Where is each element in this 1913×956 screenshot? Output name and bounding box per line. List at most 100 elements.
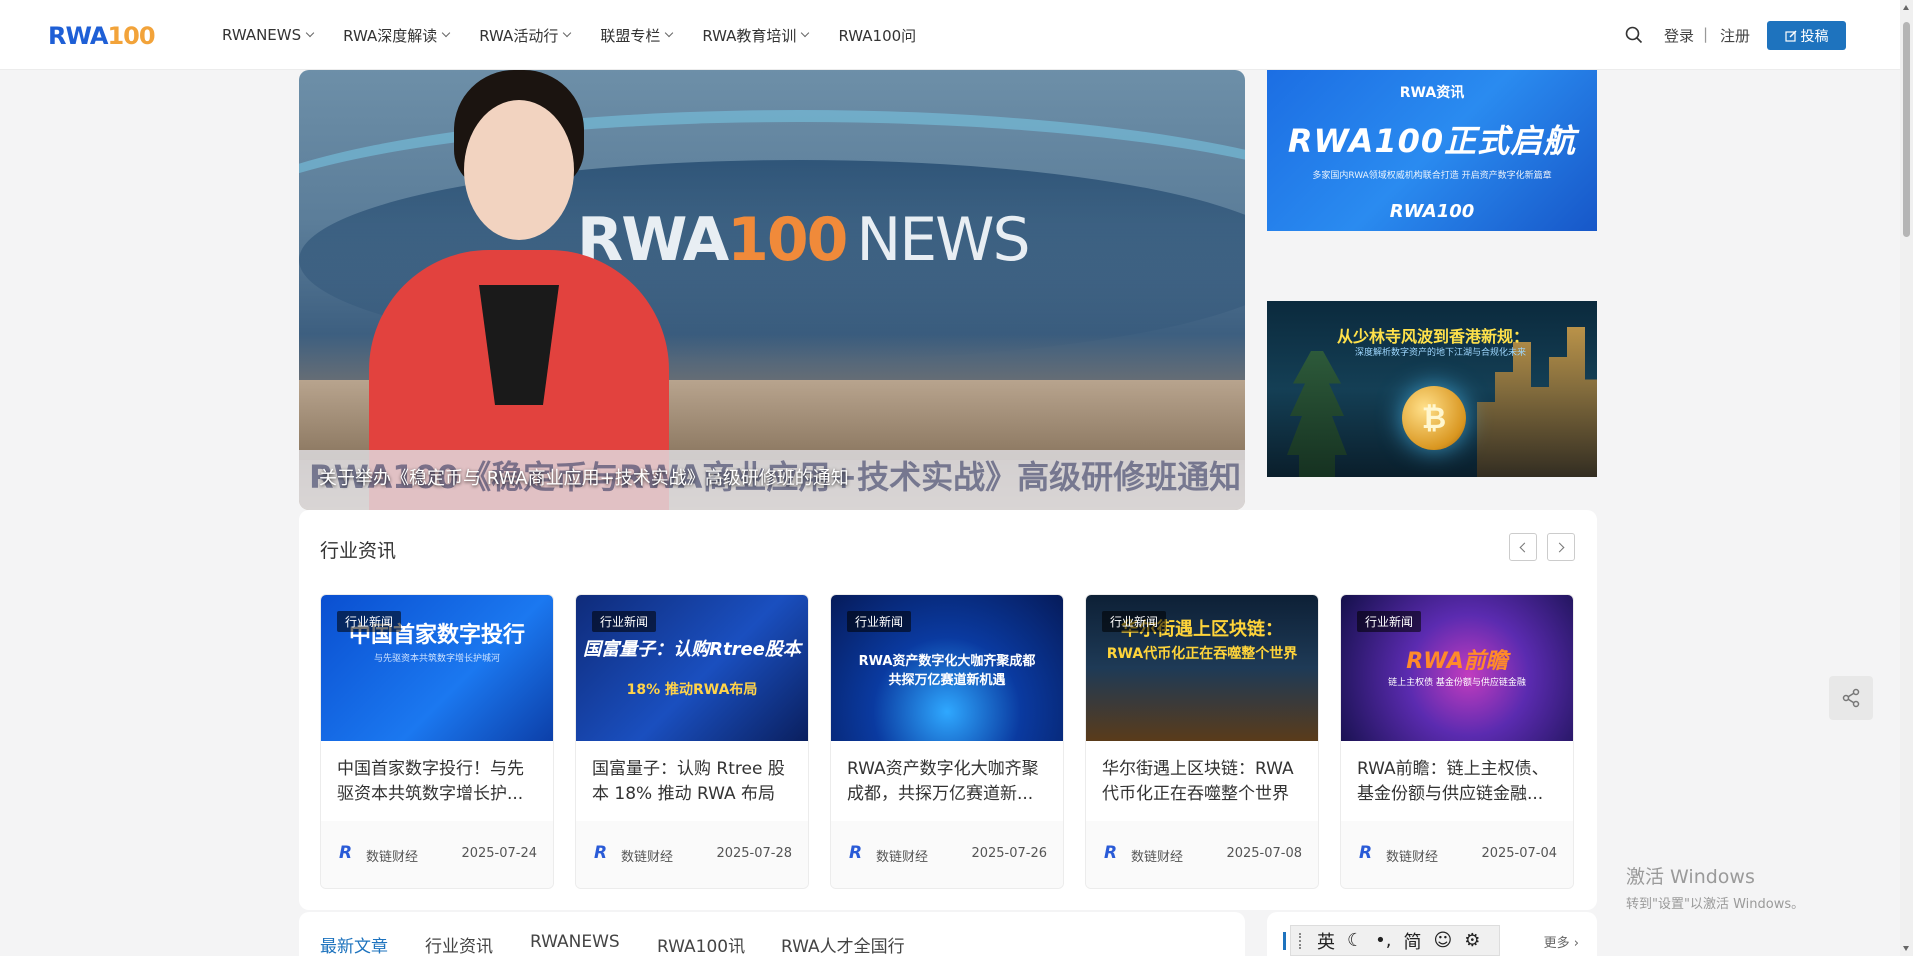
card-meta: R 数链财经 2025-07-08	[1086, 821, 1318, 888]
moon-icon[interactable]: ☾	[1347, 930, 1363, 951]
banner-headline: 从少林寺风波到香港新规：	[1337, 327, 1530, 346]
banner-kicker: RWA资讯	[1399, 85, 1465, 101]
banner-subline: 深度解析数字资产的地下江湖与合规化未来	[1355, 348, 1527, 358]
scroll-down-arrow-icon[interactable]	[1903, 946, 1909, 951]
ime-language-toggle[interactable]: 英	[1317, 928, 1335, 954]
chevron-down-icon	[665, 28, 674, 38]
scrollbar-thumb[interactable]	[1903, 22, 1910, 237]
share-button[interactable]	[1829, 676, 1873, 720]
author-logo-icon: R	[849, 843, 863, 863]
page-scrollbar[interactable]	[1900, 0, 1913, 956]
activation-hint: 转到"设置"以激活 Windows。	[1626, 897, 1805, 912]
login-link[interactable]: 登录	[1664, 25, 1694, 46]
thumb-headline: RWA资产数字化大咖齐聚成都	[858, 654, 1036, 669]
card-title[interactable]: 国富量子：认购 Rtree 股本 18% 推动 RWA 布局	[592, 757, 792, 807]
news-card[interactable]: RWA资产数字化大咖齐聚成都 共探万亿赛道新机遇 行业新闻 RWA资产数字化大咖…	[830, 594, 1064, 889]
nav-item-alliance[interactable]: 联盟专栏	[600, 25, 674, 46]
card-title[interactable]: RWA资产数字化大咖齐聚成都，共探万亿赛道新...	[847, 757, 1047, 807]
nav-item-faq[interactable]: RWA100问	[838, 25, 916, 46]
card-thumbnail[interactable]: RWA前瞻 链上主权债 基金份额与供应链金融 行业新闻	[1341, 595, 1573, 741]
nav-item-events[interactable]: RWA活动行	[479, 25, 572, 46]
banner-subline: 多家国内RWA领域权威机构联合打造 开启资产数字化新篇章	[1312, 171, 1552, 181]
card-title[interactable]: 中国首家数字投行！与先驱资本共筑数字增长护...	[337, 757, 537, 807]
emoji-icon[interactable]: ☺	[1433, 930, 1452, 951]
article-tabs: 最新文章 行业资讯 RWANEWS RWA100讯 RWA人才全国行	[299, 912, 1245, 956]
nav-item-education[interactable]: RWA教育培训	[702, 25, 810, 46]
scroll-up-arrow-icon[interactable]	[1903, 5, 1909, 10]
nav-label: RWANEWS	[222, 26, 302, 44]
tab-talent[interactable]: RWA人才全国行	[781, 932, 905, 956]
category-tag[interactable]: 行业新闻	[1357, 611, 1422, 632]
side-banner-shaolin[interactable]: ₿ 从少林寺风波到香港新规： 深度解析数字资产的地下江湖与合规化未来	[1267, 301, 1597, 477]
thumb-subline: 18% 推动RWA布局	[626, 682, 758, 698]
card-date: 2025-07-08	[1226, 846, 1302, 861]
site-logo[interactable]: RWA100	[48, 22, 156, 50]
card-title[interactable]: RWA前瞻：链上主权债、基金份额与供应链金融...	[1357, 757, 1557, 807]
side-banner-launch[interactable]: RWA资讯 RWA100正式启航 多家国内RWA领域权威机构联合打造 开启资产数…	[1267, 70, 1597, 231]
thumb-subline: 与先驱资本共筑数字增长护城河	[373, 654, 500, 664]
hero-slider[interactable]: RWA100 NEWS RWA100《稳定币与RWA商业应用+技术实战》高级研修班…	[299, 70, 1245, 510]
card-thumbnail[interactable]: 华尔街遇上区块链： RWA代币化正在吞噬整个世界 行业新闻	[1086, 595, 1318, 741]
contribute-button[interactable]: 投稿	[1767, 21, 1846, 50]
chevron-right-icon	[1554, 542, 1565, 552]
nav-label: RWA教育培训	[702, 26, 797, 45]
thumb-subline: 共探万亿赛道新机遇	[888, 673, 1006, 688]
thumb-subline: 链上主权债 基金份额与供应链金融	[1388, 678, 1526, 688]
more-link[interactable]: 更多 ›	[1544, 932, 1579, 951]
card-thumbnail[interactable]: 中国首家数字投行 与先驱资本共筑数字增长护城河 行业新闻	[321, 595, 553, 741]
tab-latest[interactable]: 最新文章	[320, 932, 388, 956]
tab-rwanews[interactable]: RWANEWS	[530, 932, 620, 952]
nav-item-rwanews[interactable]: RWANEWS	[222, 26, 315, 44]
carousel-next-button[interactable]	[1547, 533, 1575, 561]
tab-industry[interactable]: 行业资讯	[425, 932, 493, 956]
nav-item-deep-reading[interactable]: RWA深度解读	[343, 25, 451, 46]
thumb-headline: 国富量子：认购Rtree股本	[583, 639, 801, 660]
industry-news-section: 行业资讯 中国首家数字投行 与先驱资本共筑数字增长护城河 行业新闻 中国首家数字…	[299, 510, 1597, 910]
news-card[interactable]: 国富量子：认购Rtree股本 18% 推动RWA布局 行业新闻 国富量子：认购 …	[575, 594, 809, 889]
card-date: 2025-07-28	[716, 846, 792, 861]
card-author[interactable]: 数链财经	[621, 846, 673, 865]
hero-caption[interactable]: 关于举办《稳定币与 RWA商业应用+技术实战》高级研修班的通知	[319, 464, 849, 490]
category-tag[interactable]: 行业新闻	[1102, 611, 1167, 632]
carousel-prev-button[interactable]	[1509, 533, 1537, 561]
card-author[interactable]: 数链财经	[366, 846, 418, 865]
news-logo-news: NEWS	[856, 205, 1030, 275]
edit-icon	[1784, 30, 1796, 42]
card-date: 2025-07-26	[971, 846, 1047, 861]
site-header: RWA100 RWANEWS RWA深度解读 RWA活动行 联盟专栏 RWA教育…	[0, 0, 1900, 70]
register-link[interactable]: 注册	[1720, 25, 1750, 46]
author-logo-icon: R	[339, 843, 353, 863]
banner-gap	[1267, 231, 1597, 301]
bitcoin-coin-icon: ₿	[1402, 386, 1466, 450]
ime-drag-handle[interactable]	[1299, 932, 1305, 949]
nav-label: 联盟专栏	[600, 26, 661, 45]
category-tag[interactable]: 行业新闻	[592, 611, 657, 632]
chevron-down-icon	[563, 28, 572, 38]
card-author[interactable]: 数链财经	[876, 846, 928, 865]
category-tag[interactable]: 行业新闻	[847, 611, 912, 632]
card-author[interactable]: 数链财经	[1386, 846, 1438, 865]
logo-text-100: 100	[107, 22, 155, 50]
gear-icon[interactable]: ⚙	[1464, 930, 1480, 951]
search-icon[interactable]	[1625, 26, 1643, 44]
tab-rwa100[interactable]: RWA100讯	[657, 932, 745, 956]
nav-label: RWA100问	[838, 26, 917, 45]
punctuation-icon[interactable]: •,	[1375, 930, 1391, 951]
card-title[interactable]: 华尔街遇上区块链：RWA代币化正在吞噬整个世界	[1102, 757, 1302, 807]
card-author[interactable]: 数链财经	[1131, 846, 1183, 865]
hero-news-logo: RWA100 NEWS	[577, 205, 1031, 275]
section-title: 行业资讯	[320, 540, 397, 562]
category-tag[interactable]: 行业新闻	[337, 611, 402, 632]
news-logo-100: 100	[727, 205, 848, 275]
share-icon	[1842, 688, 1860, 708]
news-card[interactable]: 华尔街遇上区块链： RWA代币化正在吞噬整个世界 行业新闻 华尔街遇上区块链：R…	[1085, 594, 1319, 889]
news-card[interactable]: 中国首家数字投行 与先驱资本共筑数字增长护城河 行业新闻 中国首家数字投行！与先…	[320, 594, 554, 889]
main-nav: RWANEWS RWA深度解读 RWA活动行 联盟专栏 RWA教育培训 RWA1…	[222, 0, 946, 70]
card-thumbnail[interactable]: 国富量子：认购Rtree股本 18% 推动RWA布局 行业新闻	[576, 595, 808, 741]
ime-simplified-toggle[interactable]: 简	[1403, 928, 1421, 954]
card-meta: R 数链财经 2025-07-24	[321, 821, 553, 888]
card-thumbnail[interactable]: RWA资产数字化大咖齐聚成都 共探万亿赛道新机遇 行业新闻	[831, 595, 1063, 741]
news-card[interactable]: RWA前瞻 链上主权债 基金份额与供应链金融 行业新闻 RWA前瞻：链上主权债、…	[1340, 594, 1574, 889]
chevron-left-icon	[1519, 542, 1530, 552]
banner-headline: RWA100正式启航	[1287, 122, 1577, 160]
